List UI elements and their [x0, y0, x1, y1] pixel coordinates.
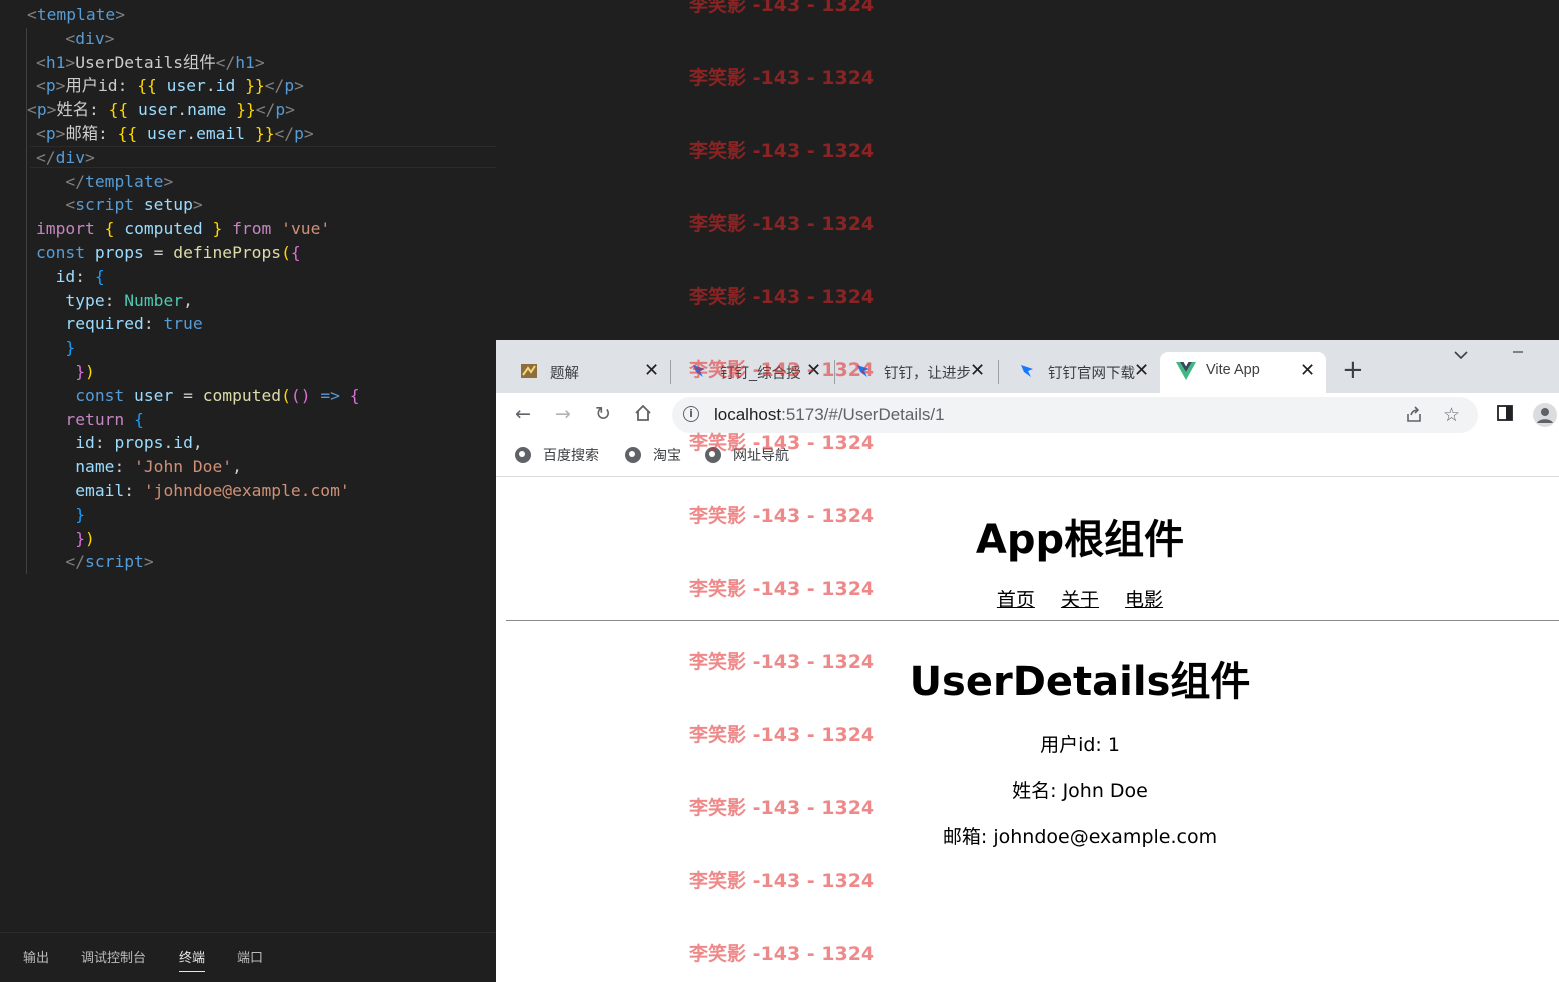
dingtalk-icon	[1018, 362, 1036, 380]
code-line: </script>	[65, 552, 154, 572]
share-icon[interactable]	[1404, 404, 1424, 429]
code-line: type: Number,	[65, 290, 193, 310]
panel-tabs: 输出 调试控制台 终端 端口	[0, 932, 496, 982]
address-bar[interactable]: i localhost:5173/#/UserDetails/1 ☆	[672, 397, 1478, 433]
profile-avatar-icon[interactable]	[1533, 403, 1557, 427]
panel-tab-output[interactable]: 输出	[23, 947, 49, 966]
code-line: </div>	[36, 147, 95, 167]
user-name-text: 姓名: John Doe	[1012, 780, 1148, 802]
dingtalk-icon	[690, 362, 708, 380]
current-line-highlight	[30, 146, 496, 168]
globe-icon	[515, 447, 531, 463]
user-email-text: 邮箱: johndoe@example.com	[942, 826, 1218, 848]
code-line: email: 'johndoe@example.com'	[75, 481, 350, 500]
code-line: <p>邮箱: {{ user.email }}</p>	[36, 124, 314, 143]
bookmark-label: 淘宝	[653, 448, 681, 464]
bookmark-baidu[interactable]: 百度搜索	[515, 445, 599, 465]
code-line: id: {	[55, 266, 105, 286]
back-arrow-icon[interactable]: ←	[512, 403, 534, 425]
tab-search-icon[interactable]	[1454, 348, 1468, 364]
globe-icon	[625, 447, 641, 463]
tab-strip: 题解 ✕ 钉钉_综合授 ✕ 钉钉，让进步 ✕ 钉钉官网下载 ✕ Vite App…	[496, 340, 1559, 393]
browser-tab-dingtalk-3[interactable]: 钉钉官网下载 ✕	[994, 352, 1158, 393]
code-line: const props = defineProps({	[36, 243, 301, 262]
forward-arrow-icon[interactable]: →	[552, 403, 574, 425]
code-line: </template>	[65, 171, 174, 191]
minimize-button[interactable]	[1511, 344, 1525, 363]
bookmark-label: 百度搜索	[543, 448, 599, 464]
watermark-text: 李笑影 -143 - 1324	[689, 67, 875, 89]
browser-tab-title: Vite App	[1206, 362, 1260, 378]
code-line: import { computed } from 'vue'	[36, 219, 331, 239]
horizontal-rule	[506, 620, 1559, 621]
reload-icon[interactable]: ↻	[592, 403, 614, 425]
browser-tab-title: 题解	[550, 366, 579, 382]
code-line: const user = computed(() => {	[75, 385, 360, 405]
code-line: <template>	[27, 5, 126, 24]
panel-tab-debug-console[interactable]: 调试控制台	[81, 947, 146, 966]
watermark-text: 李笑影 -143 - 1324	[689, 213, 875, 235]
user-id-text: 用户id: 1	[1040, 734, 1120, 756]
bookmark-nav[interactable]: 网址导航	[705, 445, 789, 465]
side-panel-icon[interactable]	[1494, 403, 1516, 425]
panel-tab-ports[interactable]: 端口	[237, 947, 263, 966]
nav-link-movies[interactable]: 电影	[1125, 589, 1163, 611]
close-icon[interactable]: ✕	[644, 360, 659, 381]
panel-tab-terminal[interactable]: 终端	[179, 947, 206, 972]
browser-tab-title: 钉钉，让进步	[884, 366, 971, 382]
site-info-icon[interactable]: i	[683, 406, 699, 422]
vite-icon	[1176, 362, 1196, 380]
browser-tab-dingtalk-2[interactable]: 钉钉，让进步 ✕	[830, 352, 994, 393]
browser-toolbar: ← → ↻ i localhost:5173/#/UserDetails/1 ☆	[496, 393, 1559, 437]
code-line: name: 'John Doe',	[75, 457, 242, 477]
browser-tab-title: 钉钉_综合授	[720, 366, 801, 382]
home-icon[interactable]	[632, 403, 654, 425]
code-line: <h1>UserDetails组件</h1>	[36, 52, 265, 72]
nav-link-about[interactable]: 关于	[1061, 589, 1099, 611]
new-tab-button[interactable]: +	[1342, 356, 1364, 384]
code-line: })	[75, 362, 95, 381]
watermark-text: 李笑影 -143 - 1324	[689, 140, 875, 162]
app-title: App根组件	[975, 517, 1185, 563]
code-line: <p>用户id: {{ user.id }}</p>	[36, 76, 304, 96]
code-line: }	[65, 338, 76, 358]
url-text[interactable]: localhost:5173/#/UserDetails/1	[714, 405, 945, 425]
code-line: <div>	[65, 28, 115, 48]
dingtalk-icon	[854, 362, 872, 380]
code-line: }	[75, 504, 86, 524]
watermark-text: 李笑影 -143 - 1324	[689, 0, 875, 16]
code-line: id: props.id,	[75, 433, 203, 453]
close-icon[interactable]: ✕	[1300, 360, 1315, 381]
code-editor[interactable]: <template> <div> <h1>UserDetails组件</h1> <p…	[0, 0, 496, 932]
bookmark-star-icon[interactable]: ☆	[1443, 404, 1460, 426]
url-host: localhost	[714, 405, 782, 424]
close-icon[interactable]: ✕	[1134, 360, 1149, 381]
user-details-title: UserDetails组件	[909, 659, 1251, 705]
bookmark-label: 网址导航	[733, 448, 789, 464]
router-nav: 首页 关于 电影	[496, 585, 1559, 612]
code-line: required: true	[65, 314, 203, 334]
code-line: return {	[65, 409, 144, 429]
bookmarks-bar: 百度搜索 淘宝 网址导航	[496, 437, 1559, 477]
url-path: :5173/#/UserDetails/1	[781, 405, 945, 424]
watermark-text: 李笑影 -143 - 1324	[689, 286, 875, 308]
code-line: <script setup>	[65, 195, 203, 215]
page-content: App根组件 首页 关于 电影 UserDetails组件 用户id: 1 姓名…	[496, 477, 1559, 982]
nav-link-home[interactable]: 首页	[997, 589, 1035, 611]
browser-tab-title: 钉钉官网下载	[1048, 366, 1135, 382]
browser-window: 题解 ✕ 钉钉_综合授 ✕ 钉钉，让进步 ✕ 钉钉官网下载 ✕ Vite App…	[496, 340, 1559, 982]
problem-icon	[520, 362, 538, 380]
code-line: })	[75, 528, 95, 548]
code-line: <p>姓名: {{ user.name }}</p>	[27, 100, 295, 120]
bookmark-taobao[interactable]: 淘宝	[625, 445, 681, 465]
browser-tab-problem[interactable]: 题解 ✕	[496, 352, 666, 393]
close-icon[interactable]: ✕	[806, 360, 821, 381]
browser-tab-dingtalk-1[interactable]: 钉钉_综合授 ✕	[666, 352, 830, 393]
browser-tab-vite-app[interactable]: Vite App ✕	[1160, 352, 1326, 393]
globe-icon	[705, 447, 721, 463]
close-icon[interactable]: ✕	[970, 360, 985, 381]
